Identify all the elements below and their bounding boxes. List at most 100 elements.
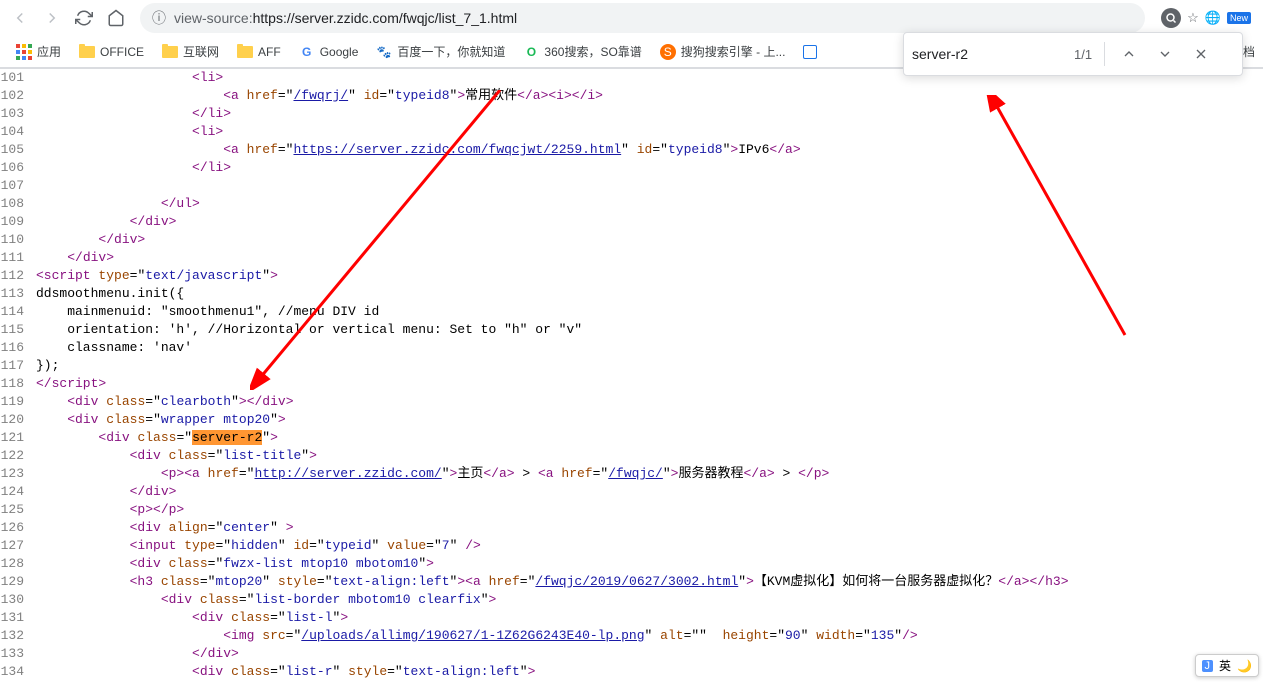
line-code: </li> — [36, 159, 231, 177]
line-number: 114 — [0, 303, 36, 321]
source-line: 102 <a href="/fwqrj/" id="typeid8">常用软件<… — [0, 87, 1263, 105]
line-code: <div class="server-r2"> — [36, 429, 278, 447]
line-number: 112 — [0, 267, 36, 285]
bookmark-sogou[interactable]: S搜狗搜索引擎 - 上... — [652, 39, 794, 64]
line-code: </li> — [36, 105, 231, 123]
ime-moon-icon: 🌙 — [1237, 659, 1252, 673]
bookmark-label: Google — [320, 45, 359, 59]
line-number: 117 — [0, 357, 36, 375]
line-code: <div class="list-r" style="text-align:le… — [36, 663, 535, 681]
line-code: <img src="/uploads/allimg/190627/1-1Z62G… — [36, 627, 918, 645]
generic-icon — [803, 45, 817, 59]
bookmark-internet[interactable]: 互联网 — [154, 39, 227, 64]
source-line: 123 <p><a href="http://server.zzidc.com/… — [0, 465, 1263, 483]
source-line: 122 <div class="list-title"> — [0, 447, 1263, 465]
folder-icon — [162, 46, 178, 58]
qihoo-icon: O — [523, 44, 539, 60]
line-number: 110 — [0, 231, 36, 249]
find-close-button[interactable] — [1189, 42, 1213, 66]
source-line: 134 <div class="list-r" style="text-alig… — [0, 663, 1263, 681]
bookmark-label: 互联网 — [183, 43, 219, 60]
bookmark-aff[interactable]: AFF — [229, 41, 289, 63]
home-button[interactable] — [102, 4, 130, 32]
source-line: 126 <div align="center" > — [0, 519, 1263, 537]
zoom-icon[interactable] — [1161, 8, 1181, 28]
bookmark-label: 360搜索，SO靠谱 — [544, 43, 641, 60]
source-line: 113ddsmoothmenu.init({ — [0, 285, 1263, 303]
source-line: 129 <h3 class="mtop20" style="text-align… — [0, 573, 1263, 591]
line-number: 105 — [0, 141, 36, 159]
line-code: </div> — [36, 213, 176, 231]
bookmark-baidu[interactable]: 🐾百度一下，你就知道 — [368, 39, 513, 64]
line-number: 127 — [0, 537, 36, 555]
line-code: <div class="list-border mbotom10 clearfi… — [36, 591, 496, 609]
source-view[interactable]: 101 <li>102 <a href="/fwqrj/" id="typeid… — [0, 69, 1263, 682]
bookmark-label: AFF — [258, 45, 281, 59]
line-number: 111 — [0, 249, 36, 267]
apps-button[interactable]: 应用 — [8, 39, 69, 64]
line-code: <h3 class="mtop20" style="text-align:lef… — [36, 573, 1069, 591]
bookmark-star-icon[interactable]: ☆ — [1187, 10, 1199, 26]
line-number: 132 — [0, 627, 36, 645]
line-number: 125 — [0, 501, 36, 519]
line-code: <a href="https://server.zzidc.com/fwqcjw… — [36, 141, 801, 159]
line-number: 128 — [0, 555, 36, 573]
source-line: 127 <input type="hidden" id="typeid" val… — [0, 537, 1263, 555]
line-number: 118 — [0, 375, 36, 393]
source-line: 110 </div> — [0, 231, 1263, 249]
find-prev-button[interactable] — [1117, 42, 1141, 66]
line-code: <li> — [36, 69, 223, 87]
apps-grid-icon — [16, 44, 32, 60]
source-line: 116 classname: 'nav' — [0, 339, 1263, 357]
line-code: mainmenuid: "smoothmenu1", //menu DIV id — [36, 303, 379, 321]
source-line: 130 <div class="list-border mbotom10 cle… — [0, 591, 1263, 609]
source-line: 132 <img src="/uploads/allimg/190627/1-1… — [0, 627, 1263, 645]
find-next-button[interactable] — [1153, 42, 1177, 66]
line-code: <p><a href="http://server.zzidc.com/">主页… — [36, 465, 829, 483]
line-code: </div> — [36, 645, 239, 663]
bookmark-label: OFFICE — [100, 45, 144, 59]
line-number: 134 — [0, 663, 36, 681]
ime-indicator[interactable]: J 英 🌙 — [1195, 654, 1259, 677]
line-code: <div class="fwzx-list mtop10 mbotom10"> — [36, 555, 434, 573]
reload-button[interactable] — [70, 4, 98, 32]
back-button[interactable] — [6, 4, 34, 32]
bookmark-google[interactable]: G Google — [291, 40, 367, 64]
source-line: 114 mainmenuid: "smoothmenu1", //menu DI… — [0, 303, 1263, 321]
site-info-icon[interactable]: ⓘ — [152, 8, 166, 28]
line-number: 130 — [0, 591, 36, 609]
source-line: 125 <p></p> — [0, 501, 1263, 519]
find-input[interactable] — [912, 46, 1062, 62]
source-line: 133 </div> — [0, 645, 1263, 663]
line-code: <p></p> — [36, 501, 184, 519]
line-number: 126 — [0, 519, 36, 537]
extension-new-icon[interactable]: New — [1227, 12, 1251, 24]
bookmark-more[interactable] — [795, 41, 825, 63]
ime-lang-label: 英 — [1219, 657, 1231, 674]
line-code: classname: 'nav' — [36, 339, 192, 357]
forward-button[interactable] — [38, 4, 66, 32]
line-number: 123 — [0, 465, 36, 483]
folder-icon — [237, 46, 253, 58]
google-icon: G — [299, 44, 315, 60]
line-number: 113 — [0, 285, 36, 303]
line-code: </script> — [36, 375, 106, 393]
extension-globe-icon[interactable]: 🌐 — [1205, 10, 1221, 26]
source-line: 118</script> — [0, 375, 1263, 393]
source-line: 124 </div> — [0, 483, 1263, 501]
source-line: 119 <div class="clearboth"></div> — [0, 393, 1263, 411]
bookmark-office[interactable]: OFFICE — [71, 41, 152, 63]
separator — [1104, 42, 1105, 66]
extension-icons: ☆ 🌐 New — [1155, 8, 1257, 28]
bookmark-360[interactable]: O 360搜索，SO靠谱 — [515, 39, 649, 64]
line-code: </div> — [36, 249, 114, 267]
line-number: 121 — [0, 429, 36, 447]
find-count: 1/1 — [1074, 47, 1092, 62]
line-number: 129 — [0, 573, 36, 591]
line-number: 120 — [0, 411, 36, 429]
line-code: <div align="center" > — [36, 519, 294, 537]
ime-badge-icon: J — [1202, 660, 1214, 672]
omnibox[interactable]: ⓘ view-source:https://server.zzidc.com/f… — [140, 3, 1145, 33]
source-line: 103 </li> — [0, 105, 1263, 123]
line-code: <input type="hidden" id="typeid" value="… — [36, 537, 481, 555]
